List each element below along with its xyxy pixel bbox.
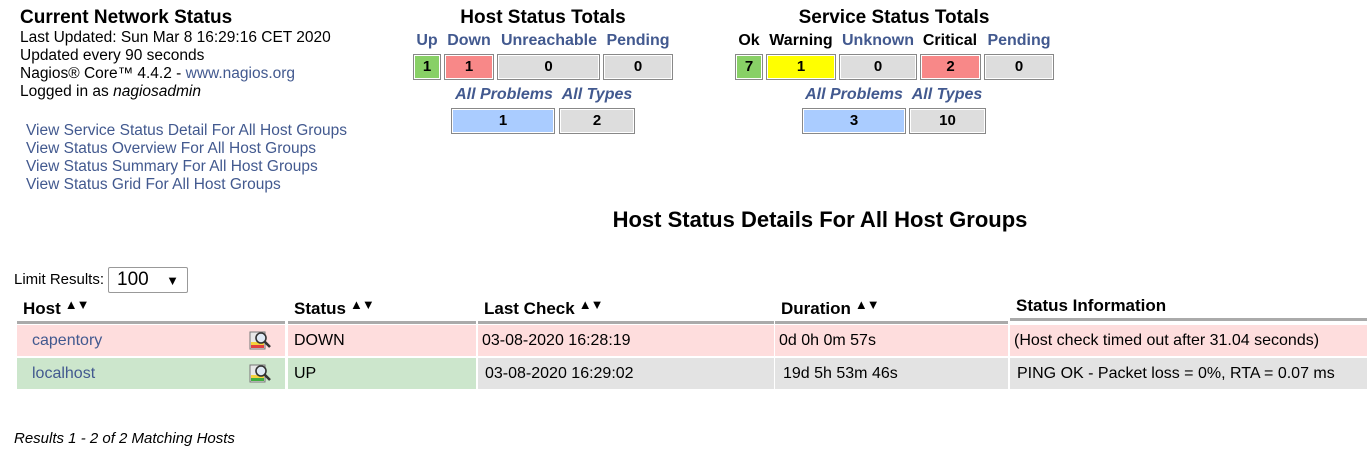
info-block: Current Network Status Last Updated: Sun… [20,7,380,101]
column-header-host-label: Host [23,299,61,318]
svc-critical-label[interactable]: Critical [919,32,981,50]
host-unreachable-label[interactable]: Unreachable [498,32,600,50]
host-totals-title: Host Status Totals [460,7,626,28]
svc-ok-count[interactable]: 7 [735,54,763,80]
last-check-cell: 03-08-2020 16:29:02 [478,358,774,389]
section-title: Host Status Details For All Host Groups [612,207,1028,232]
status-cell: DOWN [288,325,476,356]
link-status-overview[interactable]: View Status Overview For All Host Groups [26,140,347,158]
svc-all-types-count[interactable]: 10 [909,108,986,134]
host-status-totals: Host Status Totals [412,7,674,29]
host-details-icon[interactable] [249,329,271,351]
nagios-link[interactable]: www.nagios.org [186,65,295,82]
host-all-types-count[interactable]: 2 [559,108,635,134]
column-header-duration-label: Duration [781,299,851,318]
results-count: Results 1 - 2 of 2 Matching Hosts [14,430,235,447]
host-details-icon[interactable] [249,362,271,384]
link-status-grid[interactable]: View Status Grid For All Host Groups [26,176,347,194]
limit-value: 100 [117,269,149,290]
host-cell: capentory [17,325,285,356]
sort-arrows-icon[interactable]: ▲▼ [350,297,375,312]
host-link[interactable]: capentory [32,332,102,349]
view-links: View Service Status Detail For All Host … [26,122,347,194]
limit-select[interactable]: 100 ▼ [108,267,189,293]
column-header-duration: Duration ▲▼ [775,294,1008,324]
host-all-problems-count[interactable]: 1 [451,108,555,134]
svc-ok-label[interactable]: Ok [735,32,763,50]
host-pending-count[interactable]: 0 [603,54,673,80]
version-text: Nagios® Core™ 4.4.2 - [20,65,186,82]
svc-unknown-label[interactable]: Unknown [839,32,917,50]
sort-arrows-icon[interactable]: ▲▼ [65,297,90,312]
svc-warning-count[interactable]: 1 [766,54,836,80]
column-header-status: Status ▲▼ [288,294,476,324]
service-totals-title: Service Status Totals [798,7,990,28]
service-status-totals: Service Status Totals [735,7,1053,29]
status-info-cell: PING OK - Packet loss = 0%, RTA = 0.07 m… [1010,358,1367,389]
link-status-summary[interactable]: View Status Summary For All Host Groups [26,158,347,176]
host-up-count[interactable]: 1 [413,54,441,80]
host-all-problems-label[interactable]: All Problems [451,86,557,104]
column-header-status-information-label: Status Information [1016,296,1167,315]
duration-cell: 19d 5h 53m 46s [775,358,1008,389]
version-line: Nagios® Core™ 4.4.2 - www.nagios.org [20,65,380,83]
column-header-last-check-label: Last Check [484,299,575,318]
logged-in-text: Logged in as [20,83,114,100]
limit-results: Limit Results: 100 ▼ [14,267,189,293]
host-down-label[interactable]: Down [444,32,494,50]
host-up-label[interactable]: Up [415,32,439,50]
sort-arrows-icon[interactable]: ▲▼ [579,297,604,312]
link-service-status-detail[interactable]: View Service Status Detail For All Host … [26,122,347,140]
svc-unknown-count[interactable]: 0 [839,54,917,80]
sort-arrows-icon[interactable]: ▲▼ [855,297,880,312]
host-down-count[interactable]: 1 [444,54,494,80]
page-title: Current Network Status [20,7,233,28]
column-header-status-label: Status [294,299,346,318]
column-header-last-check: Last Check ▲▼ [478,294,774,324]
last-updated: Last Updated: Sun Mar 8 16:29:16 CET 202… [20,29,331,46]
host-link[interactable]: localhost [32,365,95,382]
svc-all-problems-label[interactable]: All Problems [802,86,906,104]
svc-pending-label[interactable]: Pending [984,32,1054,50]
duration-cell: 0d 0h 0m 57s [775,325,1008,356]
host-cell: localhost [17,358,285,389]
limit-label: Limit Results: [14,271,105,288]
status-cell: UP [288,358,476,389]
svc-all-types-label[interactable]: All Types [909,86,985,104]
svc-warning-label[interactable]: Warning [766,32,836,50]
host-unreachable-count[interactable]: 0 [497,54,600,80]
svc-pending-count[interactable]: 0 [984,54,1054,80]
svc-critical-count[interactable]: 2 [920,54,981,80]
logged-in-line: Logged in as nagiosadmin [20,83,380,101]
column-header-status-information: Status Information [1010,291,1367,321]
svc-all-problems-count[interactable]: 3 [802,108,906,134]
update-interval: Updated every 90 seconds [20,47,205,64]
host-pending-label[interactable]: Pending [603,32,673,50]
host-all-types-label[interactable]: All Types [559,86,635,104]
chevron-down-icon: ▼ [166,273,180,288]
column-header-host: Host ▲▼ [17,294,285,324]
status-info-cell: (Host check timed out after 31.04 second… [1010,325,1367,356]
username: nagiosadmin [113,83,201,100]
last-check-cell: 03-08-2020 16:28:19 [478,325,774,356]
